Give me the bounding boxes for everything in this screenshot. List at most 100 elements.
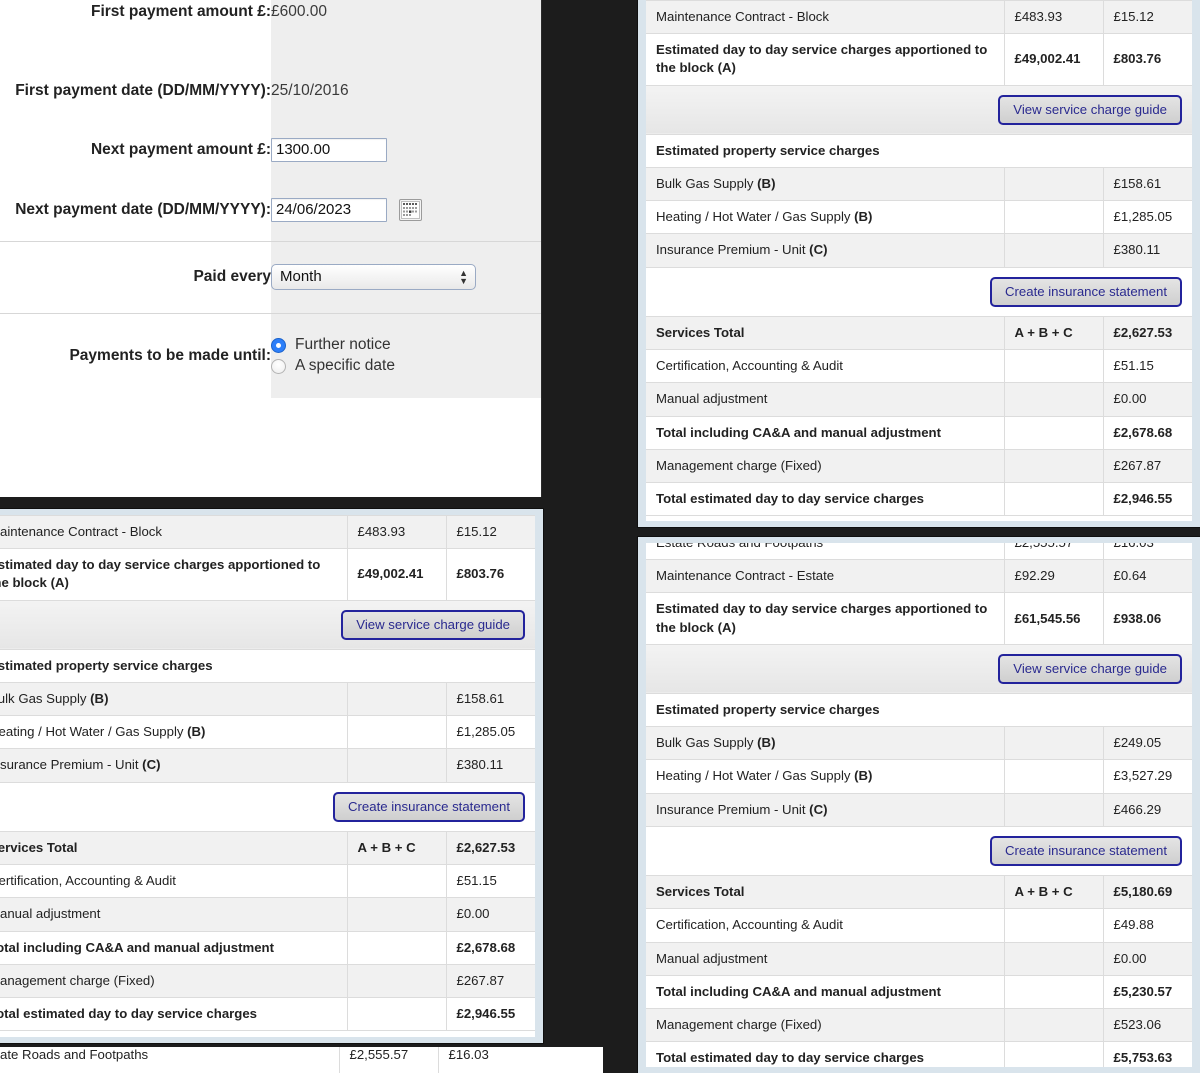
row-label: Management charge (Fixed): [646, 448, 1004, 483]
table-row-action: Create insurance statement: [646, 825, 1192, 877]
row-value-right: £267.87: [445, 963, 535, 998]
row-label: Heating / Hot Water / Gas Supply (B): [646, 759, 1004, 794]
row-value-mid: A + B + C: [1003, 315, 1103, 351]
row-value-right: £380.11: [445, 748, 535, 783]
service-charge-table-bottom-right: Estate Roads and Footpaths £2,555.57 £16…: [646, 543, 1192, 1067]
paid-every-select[interactable]: Month ▲ ▼: [271, 264, 476, 290]
row-value-right: £51.15: [1102, 349, 1192, 384]
service-charge-panel-bottom-left: Maintenance Contract - Block £483.93 £15…: [0, 509, 543, 1043]
table-row-partial: Estate Roads and Footpaths £2,555.57 £16…: [646, 543, 1192, 561]
chevron-updown-icon: ▲ ▼: [459, 268, 468, 286]
calendar-icon[interactable]: [399, 199, 423, 222]
service-charge-table-top-right: Maintenance Contract - Block £483.93 £15…: [646, 0, 1192, 517]
table-row: Certification, Accounting & Audit £51.15: [0, 864, 535, 899]
service-charge-scroll-area-top-right[interactable]: Maintenance Contract - Block £483.93 £15…: [646, 0, 1192, 521]
row-value-right: £267.87: [1102, 448, 1192, 483]
row-value-right: £1,285.05: [445, 715, 535, 750]
row-value-right: £2,946.55: [1102, 481, 1192, 517]
form-row-payments-until: Payments to be made until: Further notic…: [0, 312, 541, 398]
form-row-paid-every: Paid every Month ▲ ▼: [0, 240, 541, 313]
row-value-mid: [346, 996, 446, 1032]
table-row: Maintenance Contract - Block £483.93 £15…: [0, 515, 535, 550]
create-insurance-statement-button[interactable]: Create insurance statement: [990, 835, 1182, 867]
view-service-charge-guide-button[interactable]: View service charge guide: [341, 609, 525, 640]
row-value-mid: [1003, 792, 1103, 827]
row-label: Insurance Premium - Unit (C): [646, 233, 1004, 268]
row-value-right: £15.12: [1102, 0, 1192, 35]
row-label: Maintenance Contract - Estate: [646, 559, 1004, 594]
row-value-right: £2,627.53: [445, 830, 535, 866]
row-label: Certification, Accounting & Audit: [646, 908, 1004, 943]
table-row: Manual adjustment £0.00: [646, 382, 1192, 417]
next-payment-date-input[interactable]: [271, 197, 387, 222]
row-label: Total estimated day to day service charg…: [0, 996, 347, 1032]
radio-specific-date-icon[interactable]: [271, 358, 286, 374]
value-first-payment-amount: £600.00: [271, 0, 541, 61]
row-value-mid: £483.93: [1003, 0, 1103, 35]
section-header-row: Estimated property service charges: [646, 693, 1192, 728]
row-value-mid: A + B + C: [346, 830, 446, 866]
create-insurance-statement-button[interactable]: Create insurance statement: [333, 791, 525, 822]
table-row: Total including CA&A and manual adjustme…: [0, 930, 535, 965]
row-value-right: £3,527.29: [1102, 759, 1192, 794]
row-value-right: £803.76: [445, 548, 535, 601]
row-value-right: £15.12: [445, 515, 535, 550]
form-row-first-payment-amount: First payment amount £: £600.00: [0, 0, 541, 61]
view-service-charge-guide-button[interactable]: View service charge guide: [998, 653, 1182, 685]
row-label: Estimated day to day service charges app…: [0, 548, 347, 601]
first-payment-amount-value: £600.00: [271, 2, 328, 20]
service-charge-panel-top-right: Maintenance Contract - Block £483.93 £15…: [638, 0, 1200, 527]
row-label: Total including CA&A and manual adjustme…: [0, 930, 347, 965]
table-row: Manual adjustment £0.00: [0, 897, 535, 932]
table-row: Management charge (Fixed) £267.87: [646, 448, 1192, 483]
row-value-right: £803.76: [1102, 33, 1192, 86]
row-value-mid: [346, 682, 446, 717]
radio-further-notice-icon[interactable]: [271, 337, 286, 353]
row-value-right: £5,230.57: [1102, 974, 1192, 1009]
row-value-right: £2,946.55: [445, 996, 535, 1032]
table-row: Bulk Gas Supply (B) £249.05: [646, 726, 1192, 761]
row-value-mid: [1003, 349, 1103, 384]
table-row: Insurance Premium - Unit (C) £466.29: [646, 792, 1192, 827]
row-value-mid: [346, 715, 446, 750]
view-service-charge-guide-button[interactable]: View service charge guide: [998, 94, 1182, 125]
table-row: Insurance Premium - Unit (C) £380.11: [646, 233, 1192, 268]
row-value-right: £5,180.69: [1102, 875, 1192, 910]
table-row: Total including CA&A and manual adjustme…: [646, 415, 1192, 450]
create-insurance-cell: Create insurance statement: [646, 825, 1192, 877]
row-label: Total including CA&A and manual adjustme…: [646, 974, 1004, 1009]
row-label: Heating / Hot Water / Gas Supply (B): [0, 715, 347, 750]
row-value-right: £16.03: [437, 1047, 527, 1073]
radio-option-further-notice[interactable]: Further notice: [271, 336, 541, 354]
table-row: Heating / Hot Water / Gas Supply (B) £3,…: [646, 759, 1192, 794]
radio-option-specific-date[interactable]: A specific date: [271, 357, 541, 375]
value-next-payment-date: [271, 179, 541, 241]
service-charge-scroll-area-bottom-right[interactable]: Estate Roads and Footpaths £2,555.57 £16…: [646, 543, 1192, 1067]
table-row: Services Total A + B + C £2,627.53: [646, 315, 1192, 351]
service-charge-scroll-area-bottom-left[interactable]: Maintenance Contract - Block £483.93 £15…: [0, 515, 535, 1037]
row-value-right: £16.03: [1102, 543, 1192, 561]
table-row: Services Total A + B + C £5,180.69: [646, 875, 1192, 910]
row-value-right: £523.06: [1102, 1007, 1192, 1043]
table-row-action: Create insurance statement: [646, 266, 1192, 317]
row-label: Management charge (Fixed): [0, 963, 347, 998]
next-payment-amount-input[interactable]: [271, 137, 387, 162]
row-value-mid: [1003, 974, 1103, 1009]
table-row: Estimated day to day service charges app…: [0, 548, 535, 601]
row-value-mid: [346, 963, 446, 998]
label-next-payment-date: Next payment date (DD/MM/YYYY):: [0, 179, 271, 241]
row-label: Insurance Premium - Unit (C): [0, 748, 347, 783]
row-value-mid: £49,002.41: [346, 548, 446, 601]
row-label: Certification, Accounting & Audit: [0, 864, 347, 899]
table-row-action: Create insurance statement: [0, 781, 535, 832]
view-guide-cell: View service charge guide: [646, 643, 1192, 695]
radio-further-notice-label: Further notice: [295, 336, 391, 354]
table-row: Certification, Accounting & Audit £51.15: [646, 349, 1192, 384]
view-guide-cell: View service charge guide: [646, 84, 1192, 135]
row-value-mid: [1003, 167, 1103, 202]
create-insurance-statement-button[interactable]: Create insurance statement: [990, 276, 1182, 307]
row-label: Maintenance Contract - Block: [646, 0, 1004, 35]
row-value-right: £49.88: [1102, 908, 1192, 943]
row-value-mid: A + B + C: [1003, 875, 1103, 910]
paid-every-selected-value: Month: [280, 268, 322, 285]
